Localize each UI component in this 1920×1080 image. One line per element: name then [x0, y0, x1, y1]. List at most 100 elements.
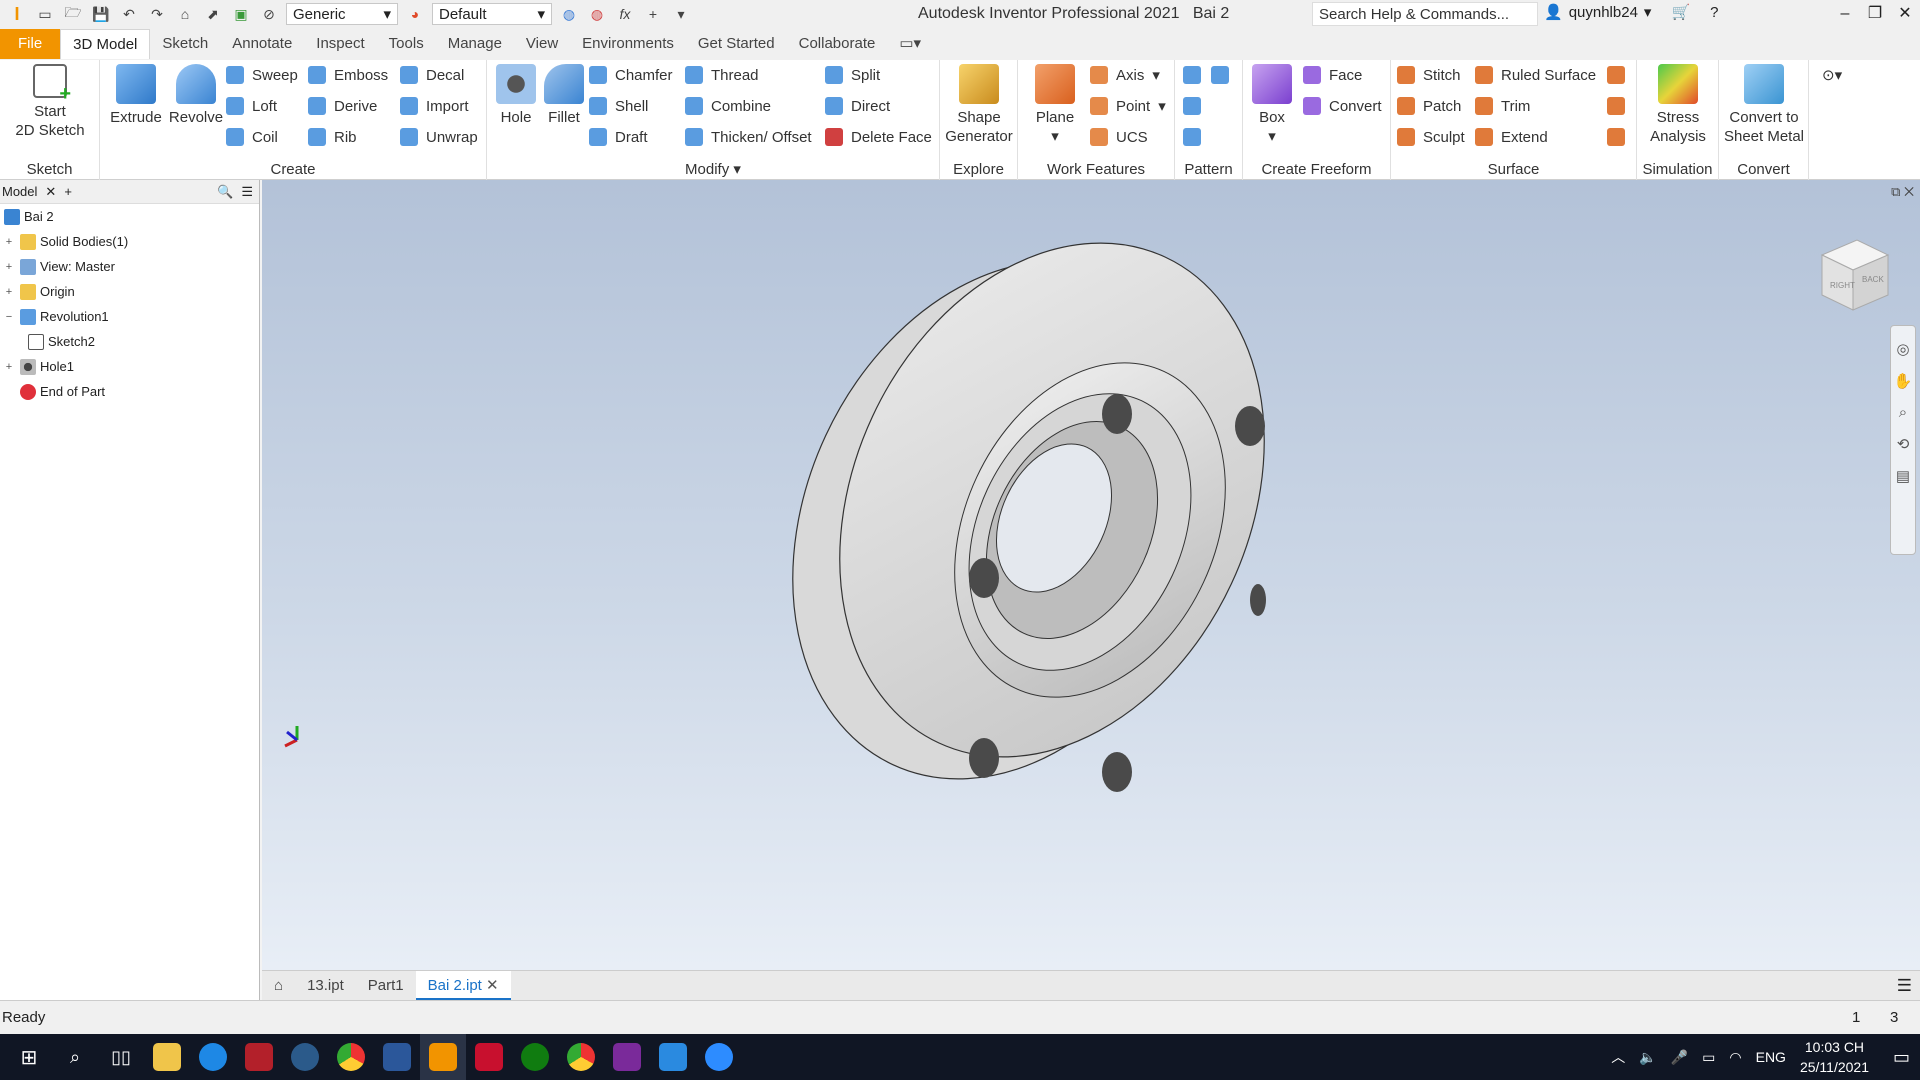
close-icon[interactable]: ✕ — [45, 184, 56, 200]
delete-surface-button[interactable] — [1607, 97, 1625, 115]
ruled-surface-button[interactable]: Ruled Surface — [1475, 66, 1596, 84]
search-input[interactable]: Search Help & Commands... — [1312, 2, 1538, 26]
face-button[interactable]: Face — [1303, 66, 1362, 84]
panel-title-modify[interactable]: Modify ▾ — [487, 160, 939, 178]
delete-face-button[interactable]: Delete Face — [825, 128, 932, 146]
home-icon[interactable]: ⌂ — [174, 3, 196, 25]
restore-icon[interactable]: ❐ — [1860, 0, 1890, 28]
update-icon[interactable]: ▣ — [230, 3, 252, 25]
tray-chevron-icon[interactable]: ︿ — [1611, 1047, 1625, 1067]
loft-button[interactable]: Loft — [226, 97, 277, 115]
cart-icon[interactable]: 🛒 — [1671, 3, 1690, 21]
chamfer-button[interactable]: Chamfer — [589, 66, 673, 84]
doc-tab-part1[interactable]: Part1 — [356, 971, 416, 1001]
ucs-button[interactable]: UCS — [1090, 128, 1148, 146]
open-icon[interactable]: 🗁 — [62, 3, 84, 25]
clear-override-icon[interactable]: ◍ — [586, 3, 608, 25]
clock[interactable]: 10:03 CH 25/11/2021 — [1800, 1037, 1869, 1077]
shell-button[interactable]: Shell — [589, 97, 648, 115]
draft-button[interactable]: Draft — [589, 128, 648, 146]
chrome-profile-icon[interactable] — [558, 1034, 604, 1080]
sweep-button[interactable]: Sweep — [226, 66, 298, 84]
home-tab-icon[interactable]: ⌂ — [262, 971, 295, 1001]
split-button[interactable]: Split — [825, 66, 880, 84]
coil-button[interactable]: Coil — [226, 128, 278, 146]
inventor-icon[interactable] — [420, 1034, 466, 1080]
add-icon[interactable]: + — [64, 184, 72, 199]
doc-tab-13[interactable]: 13.ipt — [295, 971, 356, 1001]
save-icon[interactable]: 💾 — [90, 3, 112, 25]
point-button[interactable]: Point ▾ — [1090, 97, 1166, 115]
import-button[interactable]: Import — [400, 97, 469, 115]
direct-button[interactable]: Direct — [825, 97, 890, 115]
redo-icon[interactable]: ↷ — [146, 3, 168, 25]
appearance-icon[interactable]: ◕ — [404, 3, 426, 25]
select-icon[interactable]: ⬈ — [202, 3, 224, 25]
browser-tab-model[interactable]: Model — [2, 184, 37, 199]
combine-button[interactable]: Combine — [685, 97, 771, 115]
tab-view[interactable]: View — [514, 29, 570, 59]
expand-icon[interactable]: + — [4, 286, 14, 298]
help-icon[interactable]: ? — [1710, 4, 1718, 21]
box-button[interactable]: Box ▾ — [1247, 64, 1297, 146]
search-icon[interactable]: ⌕ — [52, 1034, 98, 1080]
volume-icon[interactable]: 🔈 — [1639, 1049, 1656, 1066]
game-app-icon[interactable] — [236, 1034, 282, 1080]
material-icon[interactable]: ⊘ — [258, 3, 280, 25]
wifi-icon[interactable]: ◠ — [1729, 1049, 1741, 1066]
thread-button[interactable]: Thread — [685, 66, 759, 84]
stress-analysis-button[interactable]: Stress Analysis — [1639, 64, 1717, 146]
minimize-icon[interactable]: – — [1830, 0, 1860, 28]
zoom-icon[interactable]: ⌕ — [1899, 404, 1907, 421]
steering-wheel-icon[interactable]: ◎ — [1896, 340, 1909, 358]
add-icon[interactable]: + — [642, 3, 664, 25]
menu-icon[interactable]: ☰ — [1897, 976, 1912, 996]
maximize-icon[interactable]: ⧉ — [1891, 184, 1900, 199]
word-icon[interactable] — [374, 1034, 420, 1080]
mirror-button[interactable] — [1211, 66, 1229, 84]
expand-icon[interactable]: + — [4, 261, 14, 273]
tree-item-solid-bodies[interactable]: + Solid Bodies(1) — [0, 229, 259, 254]
viewcube[interactable]: RIGHT BACK — [1820, 239, 1890, 311]
search-icon[interactable]: 🔍 — [217, 184, 233, 200]
chrome-icon[interactable] — [328, 1034, 374, 1080]
stitch-button[interactable]: Stitch — [1397, 66, 1461, 84]
steam-icon[interactable] — [282, 1034, 328, 1080]
tab-manage[interactable]: Manage — [436, 29, 514, 59]
xbox-icon[interactable] — [512, 1034, 558, 1080]
tab-tools[interactable]: Tools — [377, 29, 436, 59]
pdf-app-icon[interactable] — [604, 1034, 650, 1080]
extrude-button[interactable]: Extrude — [106, 64, 166, 127]
fillet-button[interactable]: Fillet — [539, 64, 589, 127]
customize-icon[interactable]: ▾ — [670, 3, 692, 25]
task-view-icon[interactable]: ▯▯ — [98, 1034, 144, 1080]
user-account[interactable]: 👤 quynhlb24 ▾ 🛒? — [1544, 3, 1718, 22]
tree-item-sketch2[interactable]: Sketch2 — [0, 329, 259, 354]
sketch-pattern-button[interactable] — [1183, 128, 1201, 146]
derive-button[interactable]: Derive — [308, 97, 377, 115]
trim-button[interactable]: Trim — [1475, 97, 1530, 115]
sculpt-button[interactable]: Sculpt — [1397, 128, 1465, 146]
tree-item-end-of-part[interactable]: End of Part — [0, 379, 259, 404]
tab-collaborate[interactable]: Collaborate — [787, 29, 888, 59]
tree-item-hole1[interactable]: + Hole1 — [0, 354, 259, 379]
circular-pattern-button[interactable] — [1183, 97, 1201, 115]
battery-icon[interactable]: ▭ — [1702, 1049, 1715, 1066]
parameters-icon[interactable]: fx — [614, 3, 636, 25]
emboss-button[interactable]: Emboss — [308, 66, 388, 84]
appearance-select[interactable]: Default ▾ — [432, 3, 552, 25]
ribbon-display-toggle[interactable]: ▭▾ — [887, 29, 933, 59]
tree-item-bai-2[interactable]: Bai 2 — [0, 204, 259, 229]
new-icon[interactable]: ▭ — [34, 3, 56, 25]
tab-sketch[interactable]: Sketch — [150, 29, 220, 59]
replace-face-button[interactable] — [1607, 66, 1625, 84]
close-icon[interactable]: ✕ — [486, 977, 499, 994]
start-2d-sketch-button[interactable]: + Start 2D Sketch — [8, 64, 92, 140]
look-at-icon[interactable]: ▤ — [1896, 467, 1910, 485]
pan-icon[interactable]: ✋ — [1894, 372, 1913, 390]
zoom-icon[interactable] — [696, 1034, 742, 1080]
tree-item-origin[interactable]: + Origin — [0, 279, 259, 304]
file-explorer-icon[interactable] — [144, 1034, 190, 1080]
material-select[interactable]: Generic ▾ — [286, 3, 398, 25]
tree-item-revolution1[interactable]: − Revolution1 — [0, 304, 259, 329]
